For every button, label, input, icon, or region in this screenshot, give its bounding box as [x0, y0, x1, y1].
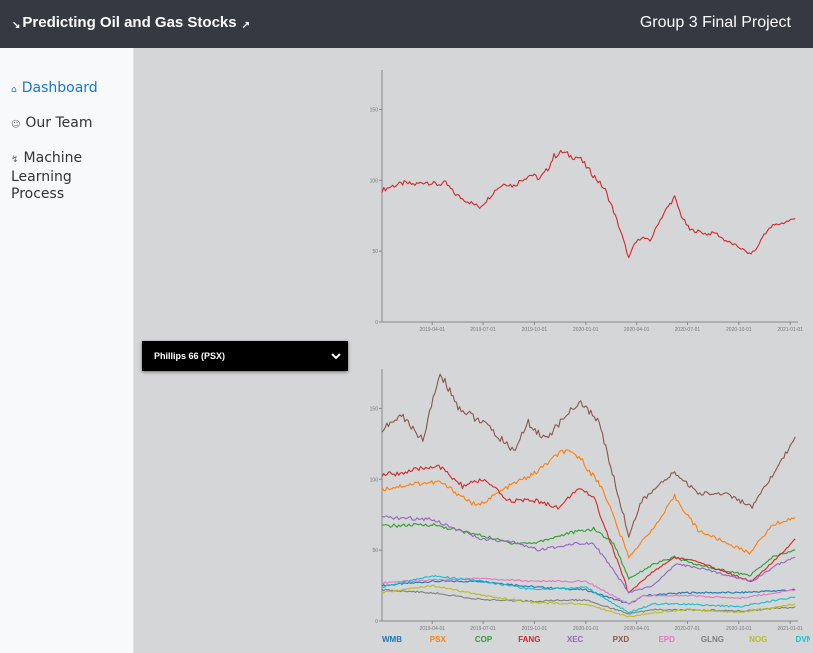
- chart-down-icon: ↘: [12, 20, 21, 31]
- x-tick-label: 2020-07-01: [675, 626, 701, 632]
- legend-item-nog[interactable]: NOG: [749, 635, 767, 644]
- x-tick-label: 2020-10-01: [726, 327, 752, 333]
- series-line-cop: [382, 523, 796, 580]
- legend-item-epd[interactable]: EPD: [658, 635, 675, 644]
- axes: 0 50 100 150 2019-04-01 2019-07-01 2019-10-01 2…: [370, 70, 803, 333]
- x-tick-label: 2020-04-01: [624, 327, 650, 333]
- x-tick-label: 2020-01-01: [573, 626, 599, 632]
- y-tick-label: 100: [370, 178, 379, 184]
- legend-item-psx[interactable]: PSX: [430, 635, 447, 644]
- legend-item-pxd[interactable]: PXD: [613, 635, 630, 644]
- sidebar: ⌂ Dashboard ☺ Our Team ↯ Machine Learning P…: [0, 48, 134, 653]
- y-tick-label: 100: [370, 477, 379, 483]
- legend-item-fang[interactable]: FANG: [518, 635, 540, 644]
- sidebar-item-label: Machine Learning Process: [11, 150, 83, 202]
- x-tick-label: 2020-04-01: [624, 626, 650, 632]
- series-line-price: [381, 149, 796, 259]
- project-title: Group 3 Final Project: [639, 14, 791, 31]
- y-tick-label: 150: [370, 406, 379, 412]
- legend-item-wmb[interactable]: WMB: [382, 635, 402, 644]
- x-tick-label: 2019-10-01: [522, 327, 548, 333]
- sidebar-item-label: Dashboard: [21, 80, 98, 96]
- x-tick-label: 2019-07-01: [470, 626, 496, 632]
- brand[interactable]: ↘ Predicting Oil and Gas Stocks ↗: [10, 14, 252, 31]
- legend-item-cop[interactable]: COP: [475, 635, 493, 644]
- stock-selector[interactable]: Phillips 66 (PSX): [142, 341, 348, 371]
- y-tick-label: 150: [370, 107, 379, 113]
- x-tick-label: 2019-04-01: [419, 626, 445, 632]
- top-navbar: ↘ Predicting Oil and Gas Stocks ↗ Group …: [0, 0, 813, 48]
- brand-title: Predicting Oil and Gas Stocks: [22, 14, 237, 31]
- chevron-down-icon: [331, 353, 341, 360]
- home-icon: ⌂: [11, 85, 17, 95]
- y-tick-label: 0: [375, 320, 378, 326]
- x-tick-label: 2021-01-01: [777, 626, 803, 632]
- chart-up-icon: ↗: [241, 20, 251, 31]
- legend-item-dvn[interactable]: DVN: [796, 635, 810, 644]
- x-tick-label: 2020-01-01: [573, 327, 599, 333]
- sidebar-item-our-team[interactable]: ☺ Our Team: [11, 115, 129, 134]
- x-tick-label: 2020-10-01: [726, 626, 752, 632]
- sidebar-item-machine-learning[interactable]: ↯ Machine Learning Process: [11, 150, 129, 203]
- bolt-icon: ↯: [11, 155, 19, 165]
- stock-selector-value: Phillips 66 (PSX): [154, 351, 226, 361]
- sidebar-item-label: Our Team: [25, 115, 93, 131]
- all-stocks-chart: 0 50 100 150 2019-04-01 2019-07-01 2019-10-01 2…: [370, 369, 810, 644]
- x-tick-label: 2020-07-01: [675, 327, 701, 333]
- users-icon: ☺: [11, 120, 21, 130]
- series-line-nog: [381, 584, 796, 618]
- y-tick-label: 50: [372, 548, 378, 554]
- sidebar-item-dashboard[interactable]: ⌂ Dashboard: [11, 80, 129, 99]
- y-tick-label: 0: [375, 619, 378, 625]
- legend: WMB PSX COP FANG XEC PXD EPD GLNG NOG DVN: [382, 635, 810, 644]
- x-tick-label: 2019-10-01: [522, 626, 548, 632]
- legend-item-glng[interactable]: GLNG: [701, 635, 724, 644]
- x-tick-label: 2021-01-01: [777, 327, 803, 333]
- legend-item-xec[interactable]: XEC: [567, 635, 584, 644]
- series-line-psx: [381, 449, 796, 559]
- series-line-pxd: [381, 373, 796, 538]
- single-stock-chart: 0 50 100 150 2019-04-01 2019-07-01 2019-10-01 2…: [370, 70, 803, 333]
- x-tick-label: 2019-07-01: [470, 327, 496, 333]
- x-tick-label: 2019-04-01: [419, 327, 445, 333]
- y-tick-label: 50: [372, 249, 378, 255]
